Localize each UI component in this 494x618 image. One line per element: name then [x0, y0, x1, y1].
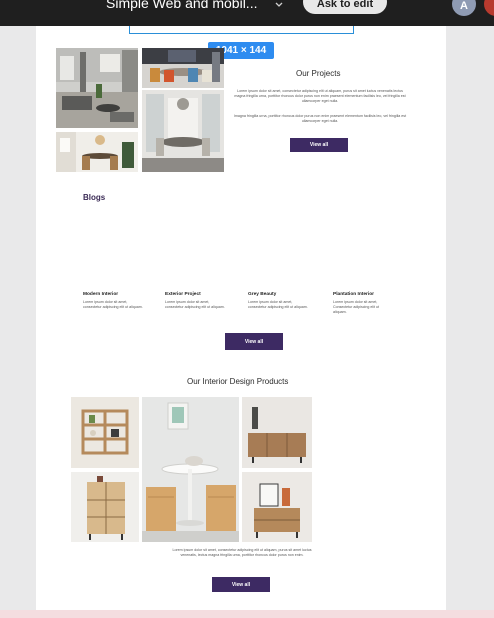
blog-card[interactable]: Plantation Interior Lorem ipsum dolor si… [333, 292, 393, 314]
blog-card-title[interactable]: Modern Interior [83, 292, 143, 297]
products-heading: Our Interior Design Products [187, 377, 289, 386]
project-photo-dining-chairs [142, 48, 224, 88]
blog-card-title[interactable]: Grey Beauty [248, 292, 308, 297]
blog-card[interactable]: Grey Beauty Lorem ipsum dolor sit amet, … [248, 292, 308, 310]
blog-card-desc: Lorem ipsum dolor sit amet, consectetur … [165, 300, 225, 309]
blog-card-title[interactable]: Exterior Project [165, 292, 225, 297]
product-photo-cabinet [71, 472, 139, 542]
avatar[interactable]: A [452, 0, 476, 16]
bottom-panel-edge [0, 610, 494, 618]
project-photo-chandelier-room [142, 90, 224, 172]
top-app-bar: Simple Web and mobil... Ask to edit A [0, 0, 494, 26]
project-photo-living-room [56, 48, 138, 128]
product-photo-wall-shelf [71, 397, 139, 468]
projects-heading: Our Projects [296, 69, 341, 78]
products-paragraph: Lorem ipsum dolor sit amet, consectetur … [172, 548, 312, 557]
products-view-all-button[interactable]: View all [212, 577, 270, 592]
product-photo-dining-set [142, 397, 239, 542]
product-photo-sideboard [242, 397, 312, 468]
projects-paragraph-1: Lorem ipsum dolor sit amet, consectetur … [234, 89, 406, 103]
ask-to-edit-button[interactable]: Ask to edit [303, 0, 387, 14]
blog-card-desc: Lorem ipsum dolor sit amet, consectetur … [248, 300, 308, 309]
avatar-secondary[interactable] [484, 0, 494, 16]
selection-outline[interactable] [129, 26, 354, 34]
projects-view-all-button[interactable]: View all [290, 138, 348, 152]
projects-paragraph-2: Imagna fringilla urna, porttitor rhoncus… [233, 114, 407, 123]
blog-card-title[interactable]: Plantation Interior [333, 292, 393, 297]
chevron-down-icon[interactable] [274, 0, 284, 10]
blog-card-desc: Lorem ipsum dolor sit amet, consectetur … [83, 300, 143, 309]
blog-card[interactable]: Exterior Project Lorem ipsum dolor sit a… [165, 292, 225, 310]
file-title[interactable]: Simple Web and mobil... [106, 0, 257, 11]
project-photo-dining-nook [56, 132, 138, 172]
product-photo-console [242, 472, 312, 542]
blogs-heading: Blogs [83, 193, 106, 202]
blog-card-desc: Lorem ipsum dolor sit amet, Consectetur … [333, 300, 379, 314]
blogs-view-all-button[interactable]: View all [225, 333, 283, 350]
blog-card[interactable]: Modern Interior Lorem ipsum dolor sit am… [83, 292, 143, 310]
